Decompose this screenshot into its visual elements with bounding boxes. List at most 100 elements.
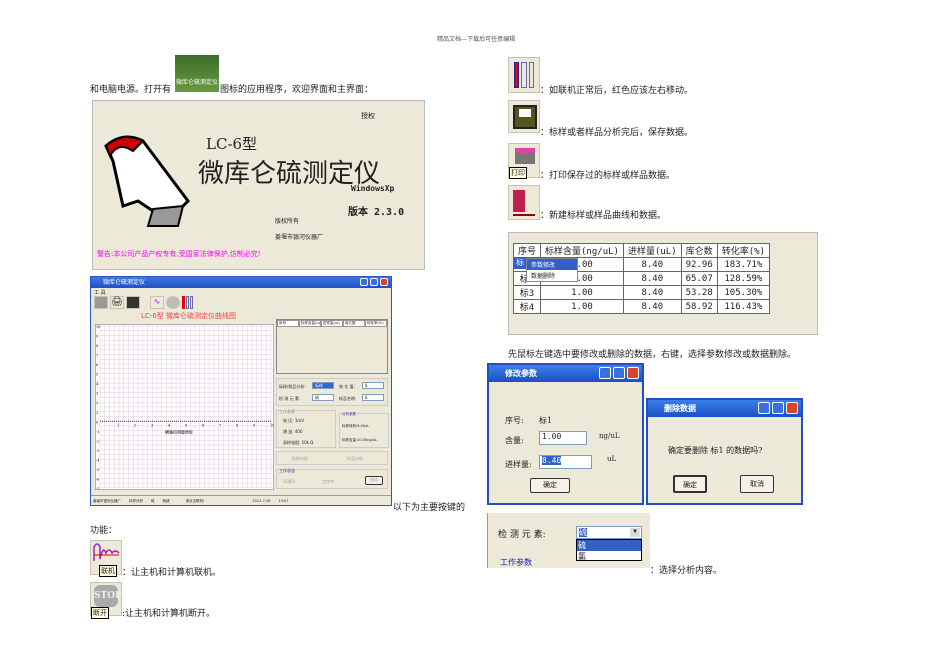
x-tick-label: 5 [185, 423, 187, 427]
minimize-button[interactable] [599, 367, 611, 379]
delete-ok-button[interactable]: 确定 [673, 475, 707, 493]
status-elem: 硫 [151, 499, 155, 503]
status-bar: 姜堰市银河仪器厂 标样分析 硫 就绪 请点击联机! 2013-7-26 13:0… [91, 495, 391, 505]
element-select-desc: ：选择分析内容。 [650, 566, 723, 576]
minimize-button[interactable] [758, 402, 770, 414]
close-button[interactable] [786, 402, 798, 414]
close-button[interactable] [380, 278, 388, 286]
volume-input[interactable]: 8.40 [539, 455, 592, 469]
maximize-button[interactable] [772, 402, 784, 414]
work-params-group: 工作参数 电 压: 1mV 增 益: 400 采样电阻: 10k Ω [276, 409, 336, 448]
elem-label: 检 测 元 素: [279, 396, 301, 401]
seq-label: 序号: [505, 416, 524, 425]
start-button[interactable]: 启动 [365, 476, 383, 485]
main-title: 微库仑硫测定仪 [103, 279, 146, 286]
radio-standard[interactable]: 标样分析 [292, 456, 308, 462]
column-header[interactable]: 标样含量(ng/uL) [540, 243, 624, 258]
element-label: 检 测 元 素: [498, 530, 546, 540]
analysis-params-title: 分析参数 [342, 412, 356, 417]
table-cell: 183.71% [716, 257, 771, 272]
chevron-down-icon[interactable]: ▼ [630, 528, 640, 537]
intro-text-before: 和电脑电源。打开有 [90, 85, 172, 95]
connect-button[interactable]: ∿ [150, 296, 164, 309]
mini-column-header: 转化率(%) [365, 320, 387, 327]
new-button[interactable] [94, 296, 108, 309]
table-row[interactable]: 标3 1.00 8.40 53.28 105.30% [512, 285, 771, 300]
y-tick-label: 9 [96, 335, 98, 339]
elem-select[interactable]: 硫 [312, 394, 334, 401]
content-unit: ng/uL [599, 432, 620, 440]
y-tick-label: 10 [96, 325, 100, 329]
save-button[interactable] [126, 296, 140, 309]
content-input[interactable]: 1.00 [539, 431, 587, 445]
settings-group: 标样/样品分析: 标样 电 位 值: 0 检 测 元 素: 硫 样品名称: 0 [276, 378, 388, 406]
table-cell: 1.00 [540, 285, 624, 300]
status-company: 姜堰市银河仪器厂 [93, 499, 121, 503]
column-header[interactable]: 进样量(uL) [622, 243, 682, 258]
y-tick-label: 7 [96, 354, 98, 358]
y-tick-label: -1 [96, 430, 99, 434]
elec-label: 电 位 值: [339, 384, 355, 389]
type-label: 标样/样品分析: [279, 384, 306, 389]
state-offline: 不通讯 [283, 479, 295, 484]
content-label: 含量: [505, 436, 524, 445]
stop-icon: STOP 断开 [90, 582, 122, 619]
y-tick-label: 5 [96, 373, 98, 377]
close-button[interactable] [627, 367, 639, 379]
table-cell: 105.30% [716, 285, 771, 300]
y-tick-label: -3 [96, 449, 99, 453]
table-cell: 128.59% [716, 271, 771, 286]
option-sulfur[interactable]: 硫 [577, 540, 641, 551]
delete-cancel-button[interactable]: 取消 [740, 475, 774, 493]
splash-version: 版本 2.3.0 [348, 207, 405, 218]
chart-title: LC-6型 微库仑硫测定仪曲线图 [141, 312, 236, 320]
menu-item-edit-params[interactable]: 参数修改 [527, 259, 577, 270]
maximize-button[interactable] [613, 367, 625, 379]
y-tick-label: -5 [96, 468, 99, 472]
column-header[interactable]: 转化率(%) [716, 243, 771, 258]
x-tick-label: 3 [151, 423, 153, 427]
table-cell: 65.07 [680, 271, 718, 286]
stop-button[interactable] [166, 296, 180, 309]
work-params-title: 工作参数 [279, 409, 295, 415]
menu-tools[interactable]: 工 具 [94, 289, 106, 296]
element-select[interactable]: 硫 ▼ [576, 526, 642, 539]
app-icon-label: 微库仑硫测定仪 [175, 79, 218, 86]
x-tick-label: 2 [134, 423, 136, 427]
maximize-button[interactable] [370, 278, 378, 286]
x-tick-label: 1 [117, 423, 119, 427]
type-select[interactable]: 标样 [312, 382, 334, 389]
edit-dialog-title-bar: 修改参数 [489, 365, 642, 382]
table-row[interactable]: 标4 1.00 8.40 58.92 116.43% [512, 299, 771, 314]
indicator-desc: ：如联机正常后，红色应该左右移动。 [540, 86, 694, 96]
column-header[interactable]: 库仑数 [680, 243, 718, 258]
name-select[interactable]: 0 [362, 394, 384, 401]
minimize-button[interactable] [360, 278, 368, 286]
table-cell: 标3 [512, 285, 542, 300]
analysis-params-group: 分析参数 标样体积:8.40uL 标样含量:10.00ng/uL [339, 412, 389, 448]
edit-ok-button[interactable]: 确定 [530, 478, 570, 493]
menu-item-delete-data[interactable]: 数据删除 [527, 270, 577, 281]
volume-value: 8.40 [542, 456, 562, 465]
data-table-screenshot: 序号标样含量(ng/uL)进样量(uL)库仑数转化率(%) 标11.008.40… [508, 232, 818, 335]
y-tick-label: 3 [96, 392, 98, 396]
option-chlorine[interactable]: 氯 [577, 551, 641, 562]
new-desc: ：新建标样或样品曲线和数据。 [540, 211, 667, 221]
mode-radios: 标样分析 样品分析 [276, 451, 388, 465]
radio-sample[interactable]: 样品分析 [347, 456, 363, 462]
splash-screen: 授权 LC-6型 微库仑硫测定仪 WindowsXp 版本 2.3.0 版权所有… [92, 100, 425, 270]
stop-desc: :让主机和计算机断开。 [122, 609, 216, 619]
work-state-title: 工作状态 [279, 468, 295, 474]
column-header[interactable]: 序号 [512, 243, 542, 258]
print-button[interactable]: 🖨 [110, 296, 124, 309]
y-tick-label: -2 [96, 439, 99, 443]
x-tick-label: 8 [236, 423, 238, 427]
print-icon-label: 打印 [509, 167, 527, 179]
status-time: 13:07 [278, 499, 289, 503]
sample-volume: 标样体积:8.40uL [342, 424, 370, 428]
x-tick-label: 7 [219, 423, 221, 427]
elec-select[interactable]: 0 [362, 382, 384, 389]
delete-data-dialog: 删除数据 确定要删除 标1 的数据吗? 确定 取消 [646, 398, 803, 505]
main-window: 微库仑硫测定仪 工 具 🖨 ∿ LC-6型 微库仑硫测定仪曲线图 10 9 8 7 6 5… [90, 276, 392, 506]
sample-content: 标样含量:10.00ng/uL [342, 438, 377, 442]
